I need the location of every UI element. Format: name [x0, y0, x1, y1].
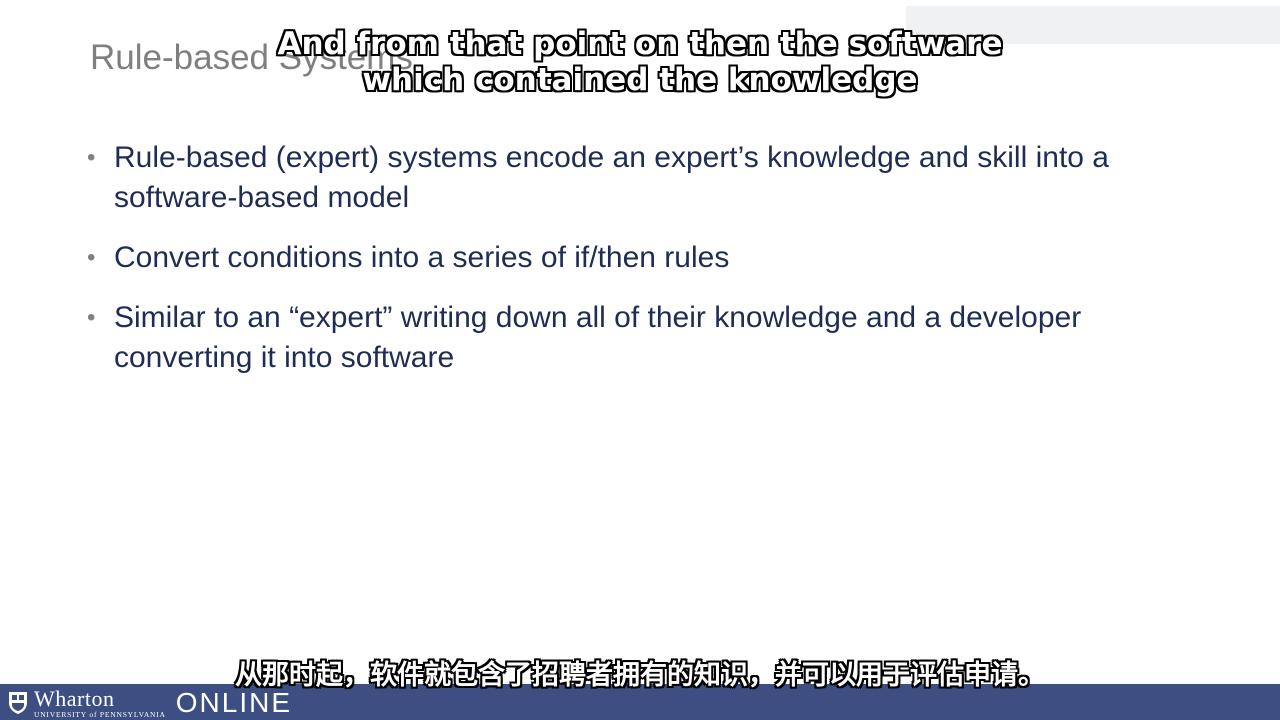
bullet-item: • Convert conditions into a series of if…	[84, 238, 1194, 278]
brand-wordmark: Wharton UNIVERSITY of PENNSYLVANIA	[34, 687, 166, 719]
bullet-text: Convert conditions into a series of if/t…	[114, 241, 730, 274]
bullet-item: • Rule-based (expert) systems encode an …	[84, 138, 1194, 218]
shield-icon	[9, 692, 27, 714]
subtitle-english-line-1: And from that point on then the software	[277, 26, 1003, 62]
bullet-icon: •	[87, 244, 96, 271]
subtitle-english-line-2: which contained the knowledge	[362, 62, 918, 98]
bullet-item: • Similar to an “expert” writing down al…	[84, 298, 1194, 378]
bullet-icon: •	[87, 304, 96, 331]
subtitle-english: And from that point on then the software…	[0, 26, 1280, 98]
bullet-icon: •	[87, 144, 96, 171]
bullet-list: • Rule-based (expert) systems encode an …	[84, 138, 1194, 398]
bullet-text: Similar to an “expert” writing down all …	[114, 301, 1082, 374]
subtitle-chinese: 从那时起，软件就包含了招聘者拥有的知识，并可以用于评估申请。	[235, 660, 1045, 691]
brand-subtitle: UNIVERSITY of PENNSYLVANIA	[34, 709, 166, 719]
bullet-text: Rule-based (expert) systems encode an ex…	[114, 141, 1109, 214]
slide: Rule-based Systems • Rule-based (expert)…	[0, 0, 1280, 720]
